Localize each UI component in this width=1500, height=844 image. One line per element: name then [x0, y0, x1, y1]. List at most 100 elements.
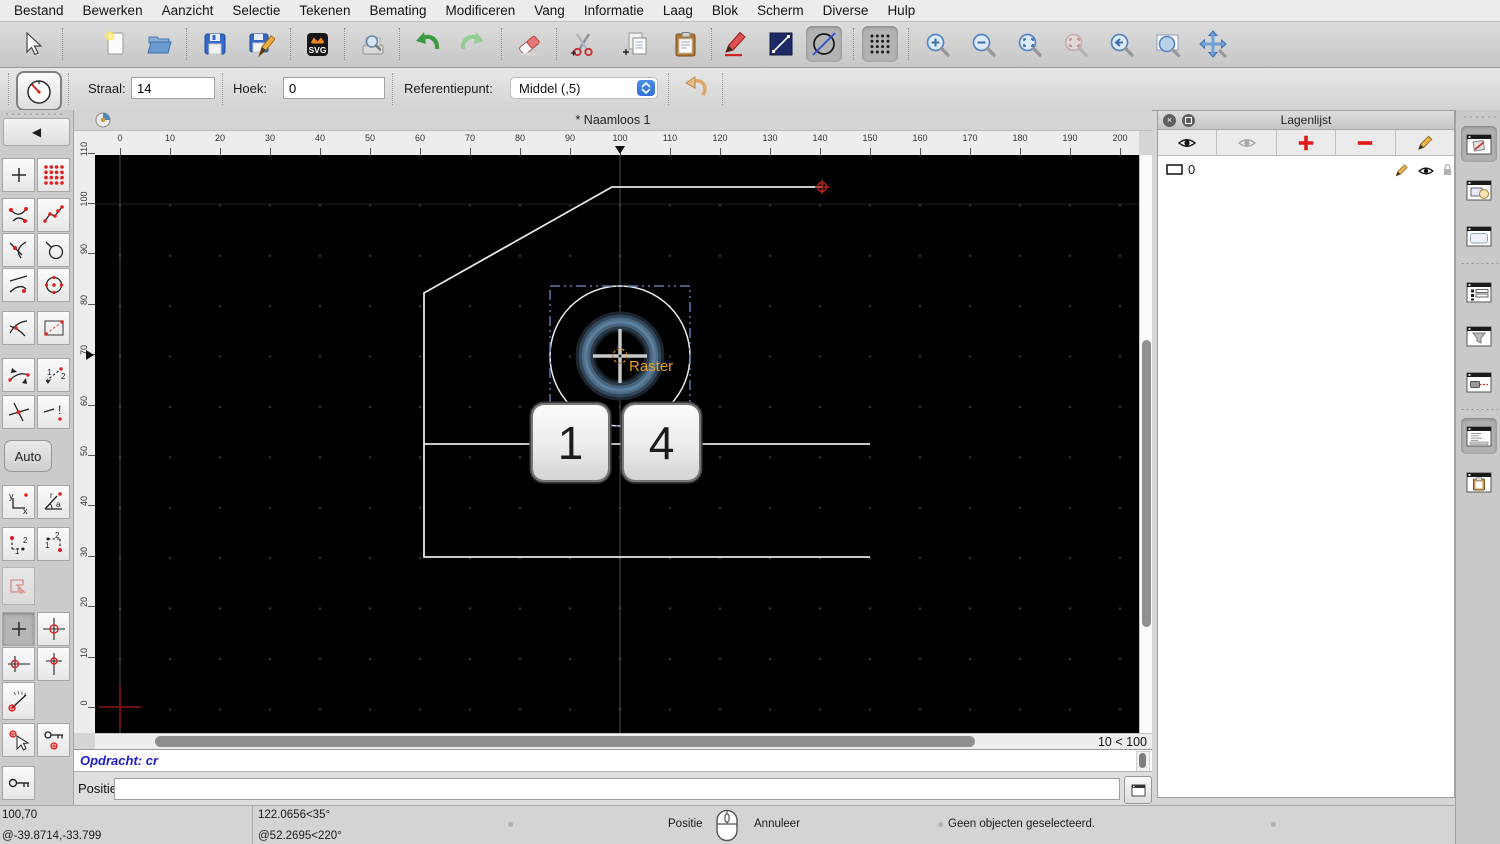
straal-input[interactable] [131, 77, 215, 99]
coords-cartesian-tool[interactable]: yx [2, 485, 35, 519]
command-window-button[interactable] [1124, 776, 1152, 804]
snap-none-tool[interactable]: ! [37, 395, 70, 429]
zoom-fit-button[interactable] [1011, 26, 1047, 62]
relative-first-point-tool[interactable]: 12 [2, 527, 35, 561]
dock-command-button[interactable] [1461, 418, 1497, 454]
snap-endpoint-tool[interactable] [2, 198, 35, 232]
dock-clipboard-button[interactable] [1461, 464, 1497, 500]
snap-perpendicular-tool[interactable] [2, 311, 35, 345]
hide-all-layers-button[interactable] [1217, 130, 1277, 155]
dock-objects-button[interactable] [1461, 172, 1497, 208]
horizontal-scrollbar-thumb[interactable] [155, 736, 975, 747]
export-svg-button[interactable]: SVG [299, 26, 335, 62]
snap-nearest-tool[interactable] [37, 233, 70, 267]
snap-apparent-intersection-tool[interactable] [2, 395, 35, 429]
zoom-previous-button[interactable] [1103, 26, 1139, 62]
menu-item-modificeren[interactable]: Modificeren [446, 3, 516, 18]
dock-filter-button[interactable] [1461, 318, 1497, 354]
layer-lock-icon[interactable] [1442, 162, 1453, 177]
open-file-button[interactable] [141, 26, 177, 62]
line-tool-button[interactable] [763, 26, 799, 62]
snap-vertex-tool[interactable] [37, 198, 70, 232]
snap-tangent-tool[interactable] [2, 268, 35, 302]
area-select-tool[interactable] [2, 567, 35, 605]
menu-item-bemating[interactable]: Bemating [369, 3, 426, 18]
ellipse-tool-button[interactable] [806, 26, 842, 62]
pan-button[interactable] [1195, 26, 1231, 62]
menu-item-scherm[interactable]: Scherm [757, 3, 804, 18]
relative-last-point-tool[interactable]: 12 [37, 527, 70, 561]
cut-button[interactable] [565, 26, 601, 62]
command-scrollbar[interactable] [1136, 751, 1150, 772]
zoom-selection-button[interactable] [1057, 26, 1093, 62]
new-document-button[interactable] [97, 26, 133, 62]
menu-item-aanzicht[interactable]: Aanzicht [162, 3, 214, 18]
snap-two-point-tool[interactable]: 12 [37, 358, 70, 392]
circle-radius-tool-button[interactable] [16, 71, 62, 111]
menu-item-diverse[interactable]: Diverse [823, 3, 869, 18]
cursor-mode-point-button[interactable] [2, 612, 35, 646]
snap-bounds-tool[interactable] [37, 311, 70, 345]
menu-item-selectie[interactable]: Selectie [232, 3, 280, 18]
drawing-canvas[interactable]: Raster 1 4 [95, 155, 1139, 733]
dock-list-button[interactable] [1461, 274, 1497, 310]
menu-item-vang[interactable]: Vang [534, 3, 565, 18]
snap-point-tool[interactable] [2, 158, 35, 192]
menu-item-informatie[interactable]: Informatie [584, 3, 644, 18]
edit-layer-button[interactable] [1396, 130, 1454, 155]
vertical-scrollbar-thumb[interactable] [1142, 340, 1151, 627]
layer-color-swatch[interactable] [1166, 164, 1183, 175]
print-preview-button[interactable] [354, 26, 390, 62]
pen-style-button[interactable] [716, 26, 752, 62]
add-layer-button[interactable] [1277, 130, 1337, 155]
erase-tool-button[interactable] [511, 26, 547, 62]
cursor-mode-horizontal-button[interactable] [2, 647, 35, 681]
dock-drag-handle[interactable] [1462, 115, 1496, 119]
save-button[interactable] [196, 26, 232, 62]
lock-tool[interactable] [2, 766, 35, 800]
remove-layer-button[interactable] [1336, 130, 1396, 155]
palette-drag-handle[interactable] [4, 112, 66, 116]
dock-tool-settings-button[interactable] [1461, 364, 1497, 400]
palette-collapse-button[interactable]: ◀ [3, 118, 70, 146]
vertical-scrollbar[interactable] [1139, 155, 1152, 733]
menu-item-bewerken[interactable]: Bewerken [83, 3, 143, 18]
layer-row[interactable]: 0 [1158, 160, 1454, 180]
command-scrollbar-thumb[interactable] [1138, 753, 1146, 768]
menu-item-blok[interactable]: Blok [712, 3, 738, 18]
cursor-mode-crosshair-button[interactable] [37, 612, 70, 646]
snap-grid-tool[interactable] [37, 158, 70, 192]
dock-layers-button[interactable] [1461, 126, 1497, 162]
cursor-mode-vertical-button[interactable] [37, 647, 70, 681]
select-arrow-tool-button[interactable] [14, 26, 50, 62]
hoek-input[interactable] [283, 77, 385, 99]
menu-item-tekenen[interactable]: Tekenen [299, 3, 350, 18]
menu-item-hulp[interactable]: Hulp [887, 3, 915, 18]
revert-step-button[interactable] [679, 71, 715, 107]
save-as-button[interactable] [243, 26, 279, 62]
horizontal-scrollbar[interactable]: 10 < 100 [95, 733, 1152, 749]
show-all-layers-button[interactable] [1158, 130, 1218, 155]
snap-intersection-tool[interactable] [2, 233, 35, 267]
dock-properties-button[interactable] [1461, 218, 1497, 254]
auto-snap-button[interactable]: Auto [4, 440, 52, 472]
lock-point-tool[interactable] [37, 723, 70, 757]
copy-button[interactable] [617, 26, 653, 62]
zoom-in-button[interactable] [919, 26, 955, 62]
redo-button[interactable] [455, 26, 491, 62]
layer-visibility-eye-icon[interactable] [1417, 165, 1435, 177]
positie-input[interactable] [114, 778, 1120, 800]
coords-polar-tool[interactable]: ra [37, 485, 70, 519]
grid-toggle-button[interactable] [862, 26, 898, 62]
zoom-window-button[interactable] [1150, 26, 1186, 62]
paste-button[interactable] [667, 26, 703, 62]
protractor-tool[interactable] [2, 682, 35, 720]
menu-item-bestand[interactable]: Bestand [14, 3, 64, 18]
layer-edit-pencil-icon[interactable] [1394, 163, 1409, 178]
snap-center-tool[interactable] [37, 268, 70, 302]
referentiepunt-select[interactable]: Middel (,5) [510, 77, 658, 99]
pick-point-tool[interactable] [2, 723, 35, 757]
zoom-out-button[interactable] [965, 26, 1001, 62]
undo-button[interactable] [409, 26, 445, 62]
snap-extension-tool[interactable] [2, 358, 35, 392]
